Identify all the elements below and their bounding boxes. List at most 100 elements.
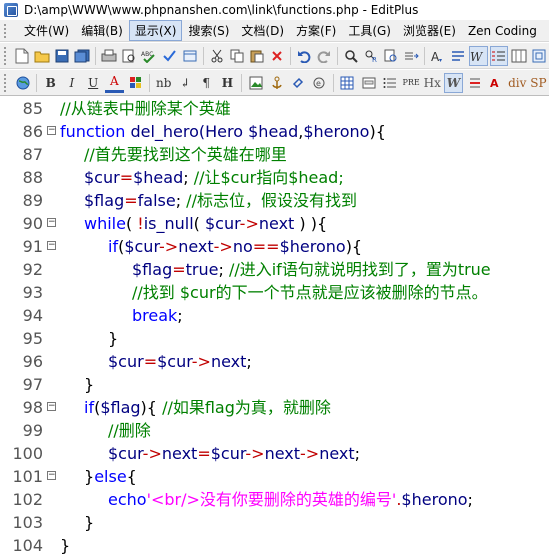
redo-icon[interactable] [315, 46, 333, 66]
code-token: = [172, 260, 186, 279]
paragraph-button[interactable]: ¶ [197, 73, 216, 93]
find-in-files-icon[interactable] [382, 46, 400, 66]
delete-icon[interactable] [268, 46, 286, 66]
menu-edit[interactable]: 编辑(B) [75, 20, 129, 41]
code-token: ; [218, 260, 229, 279]
globe-icon[interactable] [13, 73, 32, 93]
fold-collapse-icon[interactable]: − [47, 471, 56, 480]
code-line[interactable]: 92 $flag=true; //进入if语句就说明找到了，置为true [0, 258, 549, 281]
table-icon[interactable] [338, 73, 357, 93]
hex-view-icon[interactable] [449, 46, 467, 66]
hx-button[interactable]: Hx [423, 73, 442, 93]
line-number: 85 [22, 99, 43, 118]
code-line[interactable]: 98− if($flag){ //如果flag为真，就删除 [0, 396, 549, 419]
underline-button[interactable]: U [84, 73, 103, 93]
undo-icon[interactable] [295, 46, 313, 66]
menu-search[interactable]: 搜索(S) [182, 20, 235, 41]
replace-icon[interactable]: R [362, 46, 380, 66]
browser-preview-icon[interactable] [180, 46, 198, 66]
goto-line-icon[interactable] [402, 46, 420, 66]
code-line[interactable]: 93 //找到 $cur的下一个节点就是应该被删除的节点。 [0, 281, 549, 304]
save-all-icon[interactable] [73, 46, 91, 66]
image-icon[interactable] [246, 73, 265, 93]
pre-button[interactable]: PRE [401, 73, 420, 93]
cut-icon[interactable] [207, 46, 225, 66]
fold-collapse-icon[interactable]: − [47, 241, 56, 250]
menu-zen-coding[interactable]: Zen Coding [462, 22, 543, 40]
menu-grip[interactable] [4, 23, 14, 38]
fullscreen-icon[interactable] [530, 46, 548, 66]
code-line[interactable]: 96 $cur=$cur->next; [0, 350, 549, 373]
code-line[interactable]: 101−}else{ [0, 465, 549, 488]
toolbar-grip[interactable] [4, 73, 8, 92]
code-editor[interactable]: 85//从链表中删除某个英雄 86− function del_hero(Hero … [0, 97, 549, 559]
column-selection-icon[interactable] [510, 46, 528, 66]
code-text: //找到 $cur的下一个节点就是应该被删除的节点。 [132, 281, 488, 304]
find-icon[interactable] [342, 46, 360, 66]
menu-browser[interactable]: 浏览器(E) [397, 20, 462, 41]
anchor-icon[interactable] [267, 73, 286, 93]
code-line[interactable]: 94 break; [0, 304, 549, 327]
paste-icon[interactable] [248, 46, 266, 66]
code-token: next [178, 237, 214, 256]
div-button[interactable]: div [508, 73, 527, 93]
line-number-icon[interactable] [489, 45, 508, 66]
menu-tools[interactable]: 工具(G) [342, 20, 397, 41]
code-token: //首先要找到这个英雄在哪里 [84, 145, 287, 164]
code-line[interactable]: 97} [0, 373, 549, 396]
toolbar-grip[interactable] [4, 46, 8, 65]
code-style-icon[interactable] [465, 73, 484, 93]
code-line[interactable]: 89 $flag=false; //标志位，假设没有找到 [0, 189, 549, 212]
print-preview-icon[interactable] [120, 46, 138, 66]
fold-collapse-icon[interactable]: − [47, 126, 56, 135]
code-line[interactable]: 95} [0, 327, 549, 350]
color-picker-icon[interactable] [126, 73, 145, 93]
copy-icon[interactable] [228, 46, 246, 66]
form-icon[interactable] [359, 73, 378, 93]
menu-project[interactable]: 方案(F) [290, 20, 342, 41]
code-line[interactable]: 100 $cur->next=$cur->next->next; [0, 442, 549, 465]
font-color-button[interactable]: A [104, 73, 124, 93]
save-icon[interactable] [53, 46, 71, 66]
fold-collapse-icon[interactable]: − [47, 218, 56, 227]
italic-button[interactable]: I [62, 73, 81, 93]
open-folder-icon[interactable] [33, 46, 51, 66]
code-token: } [84, 467, 95, 486]
fold-collapse-icon[interactable]: − [47, 402, 56, 411]
spell-check-icon[interactable]: ABC [140, 46, 158, 66]
font-size-icon[interactable]: A ▾ [429, 46, 447, 66]
check-icon[interactable] [160, 46, 178, 66]
code-token: if [84, 398, 95, 417]
bold-button[interactable]: B [41, 73, 60, 93]
code-line[interactable]: 103} [0, 511, 549, 534]
nbsp-button[interactable]: nb [154, 73, 173, 93]
line-number: 87 [22, 145, 43, 164]
hr-icon[interactable]: A [486, 73, 505, 93]
email-icon[interactable]: e [310, 73, 329, 93]
code-line[interactable]: 102 echo'<br/>没有你要删除的英雄的编号'.$herono; [0, 488, 549, 511]
code-line[interactable]: 85 //从链表中删除某个英雄 [0, 97, 549, 120]
menu-view[interactable]: 显示(X) [128, 20, 183, 41]
code-line[interactable]: 86− function del_hero(Hero $head,$herono)… [0, 120, 549, 143]
code-text: $flag=false; //标志位，假设没有找到 [84, 189, 357, 212]
line-number: 92 [22, 260, 43, 279]
word-wrap-icon[interactable]: W [469, 45, 488, 66]
link-icon[interactable] [288, 73, 307, 93]
code-line[interactable]: 87 //首先要找到这个英雄在哪里 [0, 143, 549, 166]
code-line[interactable]: 88 $cur=$head; //让$cur指向$head; [0, 166, 549, 189]
line-break-icon[interactable]: ↲ [175, 73, 194, 93]
menu-document[interactable]: 文档(D) [235, 20, 290, 41]
code-token: false [137, 191, 176, 210]
code-token: $cur [157, 352, 192, 371]
span-button[interactable]: SP [529, 73, 548, 93]
heading-button[interactable]: H [218, 73, 237, 93]
code-line[interactable]: 91− if($cur->next->no==$herono){ [0, 235, 549, 258]
new-file-icon[interactable] [13, 46, 31, 66]
menu-file[interactable]: 文件(W) [18, 20, 75, 41]
print-icon[interactable] [100, 46, 118, 66]
w-button[interactable]: W [443, 72, 464, 93]
code-line[interactable]: 90− while( !is_null( $cur->next ) ){ [0, 212, 549, 235]
code-line[interactable]: 99 //删除 [0, 419, 549, 442]
code-line[interactable]: 104} [0, 534, 549, 557]
list-icon[interactable] [380, 73, 399, 93]
